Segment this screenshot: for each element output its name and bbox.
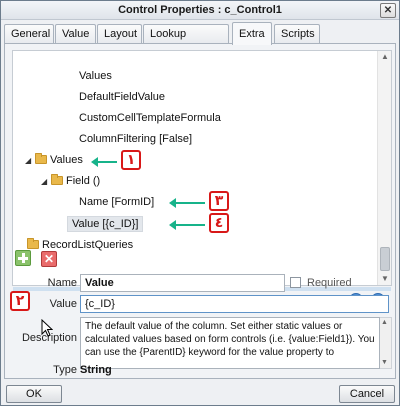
annotation-marker-4: ٤ — [209, 213, 229, 233]
type-value: String — [80, 364, 112, 376]
property-tree[interactable]: Values DefaultFieldValue CustomCellTempl… — [12, 50, 392, 286]
tree-item-values-leaf[interactable]: Values — [79, 67, 112, 85]
cancel-button[interactable]: Cancel — [339, 385, 395, 403]
annotation-marker-3: ٣ — [209, 191, 229, 211]
control-properties-dialog: Control Properties : c_Control1 ✕ Genera… — [0, 0, 400, 406]
scroll-down-icon[interactable]: ▼ — [381, 359, 388, 366]
extra-tab-panel: Values DefaultFieldValue CustomCellTempl… — [4, 43, 396, 379]
ok-button[interactable]: OK — [6, 385, 62, 403]
required-label: Required — [307, 277, 352, 289]
description-scrollbar[interactable]: ▲ ▼ — [380, 317, 392, 369]
arrow-icon — [91, 157, 117, 167]
type-label: Type — [53, 364, 77, 376]
tree-item-values-folder[interactable]: ◢ Values — [25, 151, 83, 169]
value-field[interactable]: {c_ID} — [80, 295, 389, 313]
required-checkbox[interactable] — [290, 277, 301, 288]
tree-item-defaultfieldvalue[interactable]: DefaultFieldValue — [79, 88, 165, 106]
window-title: Control Properties : c_Control1 — [118, 4, 282, 16]
tree-scrollbar[interactable]: ▲ ▼ — [377, 51, 391, 285]
expand-icon[interactable]: ◢ — [41, 173, 51, 191]
annotation-marker-1: ١ — [121, 150, 141, 170]
folder-icon — [35, 153, 47, 164]
title-bar: Control Properties : c_Control1 ✕ — [1, 1, 399, 20]
tree-item-value-cid[interactable]: Value [{c_ID}] — [67, 215, 144, 233]
close-button[interactable]: ✕ — [380, 3, 396, 18]
scroll-up-icon[interactable]: ▲ — [381, 319, 388, 326]
tab-value[interactable]: Value — [55, 24, 96, 44]
expand-icon[interactable]: ◢ — [25, 152, 35, 170]
scroll-thumb[interactable] — [380, 247, 390, 271]
value-label: Value — [49, 298, 77, 310]
arrow-icon — [169, 198, 205, 208]
mouse-pointer-icon — [41, 318, 54, 340]
tab-layout[interactable]: Layout — [97, 24, 142, 44]
delete-button[interactable]: ✕ — [41, 251, 57, 267]
description-box: The default value of the column. Set eit… — [80, 317, 380, 369]
tree-item-field[interactable]: ◢ Field () — [41, 172, 100, 190]
tab-extra[interactable]: Extra — [232, 22, 272, 45]
folder-icon — [51, 174, 63, 185]
tree-item-name-formid[interactable]: Name [FormID] — [79, 193, 154, 211]
scroll-up-icon[interactable]: ▲ — [380, 52, 390, 62]
tree-item-columnfiltering[interactable]: ColumnFiltering [False] — [79, 130, 192, 148]
add-button[interactable] — [15, 250, 31, 266]
folder-icon — [27, 238, 39, 249]
name-field[interactable]: Value — [80, 274, 285, 292]
tab-scripts[interactable]: Scripts — [274, 24, 320, 44]
tree-item-customcelltemplateformula[interactable]: CustomCellTemplateFormula — [79, 109, 221, 127]
name-label: Name — [47, 277, 77, 289]
tab-general[interactable]: General — [4, 24, 54, 44]
arrow-icon — [169, 220, 205, 230]
annotation-marker-2: ٢ — [10, 291, 30, 311]
scroll-down-icon[interactable]: ▼ — [380, 274, 390, 284]
tab-lookup-details[interactable]: Lookup Details — [143, 24, 229, 58]
